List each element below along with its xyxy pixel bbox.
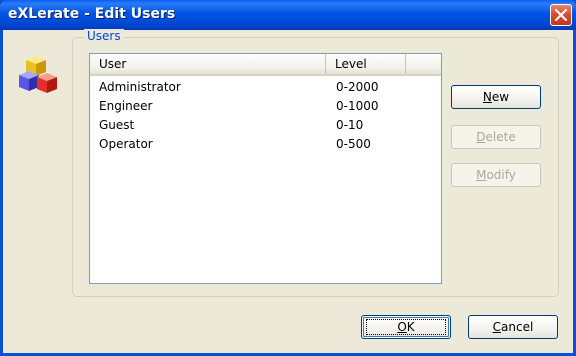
user-cell: Administrator xyxy=(99,80,181,94)
modify-mnemonic: M xyxy=(476,168,487,182)
level-cell: 0-10 xyxy=(336,118,364,132)
dialog-window: eXLerate - Edit Users Users User Level A… xyxy=(0,0,576,356)
modify-label-rest: odify xyxy=(486,168,516,182)
column-header-level[interactable]: Level xyxy=(326,54,406,74)
cancel-button[interactable]: Cancel xyxy=(468,315,558,339)
level-cell: 0-2000 xyxy=(336,80,379,94)
column-header-user[interactable]: User xyxy=(90,54,326,74)
cancel-label-rest: ancel xyxy=(501,320,534,334)
delete-label-rest: elete xyxy=(485,130,516,144)
user-cell: Engineer xyxy=(99,99,153,113)
focus-rect xyxy=(366,319,446,335)
table-row[interactable]: Guest 0-10 xyxy=(90,116,441,135)
delete-mnemonic: D xyxy=(476,130,486,144)
cubes-app-icon xyxy=(19,56,57,93)
close-icon xyxy=(555,9,567,21)
new-button[interactable]: New xyxy=(451,85,541,109)
ok-button[interactable]: OK xyxy=(361,315,451,339)
new-mnemonic: N xyxy=(482,90,492,104)
user-cell: Operator xyxy=(99,137,153,151)
table-row[interactable]: Operator 0-500 xyxy=(90,135,441,154)
cancel-mnemonic: C xyxy=(492,320,502,334)
title-bar[interactable]: eXLerate - Edit Users xyxy=(0,0,576,30)
users-list[interactable]: User Level Administrator 0-2000 Engineer… xyxy=(89,53,442,284)
new-label-rest: ew xyxy=(491,90,510,104)
list-header: User Level xyxy=(90,54,441,76)
users-group-label: Users xyxy=(84,29,124,43)
user-cell: Guest xyxy=(99,118,135,132)
modify-button[interactable]: Modify xyxy=(451,163,541,187)
window-title: eXLerate - Edit Users xyxy=(8,6,176,22)
delete-button[interactable]: Delete xyxy=(451,125,541,149)
close-button[interactable] xyxy=(550,4,572,26)
level-cell: 0-1000 xyxy=(336,99,379,113)
table-row[interactable]: Administrator 0-2000 xyxy=(90,78,441,97)
level-cell: 0-500 xyxy=(336,137,371,151)
table-row[interactable]: Engineer 0-1000 xyxy=(90,97,441,116)
